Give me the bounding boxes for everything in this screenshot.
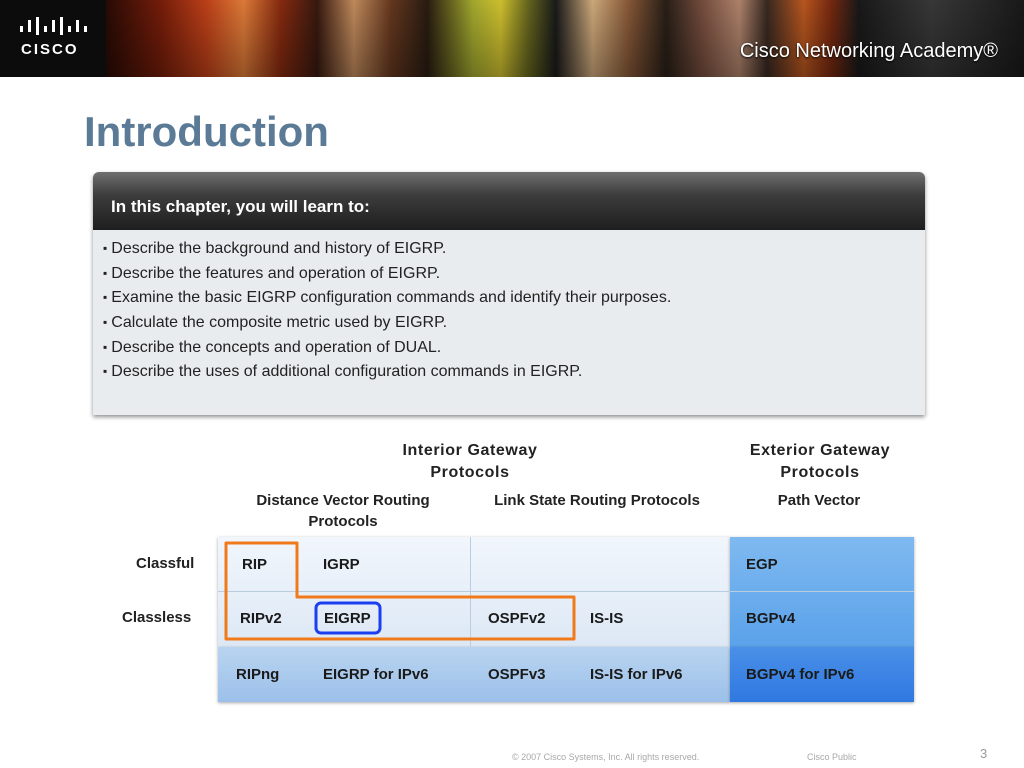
- cell-is-is: IS-IS: [590, 610, 624, 627]
- cell-ripng: RIPng: [236, 666, 280, 683]
- slide-number: 3: [980, 746, 988, 761]
- cell-ripv2: RIPv2: [240, 610, 282, 627]
- cell-is-is-ipv6: IS-IS for IPv6: [590, 666, 683, 683]
- cell-bgpv4-ipv6: BGPv4 for IPv6: [746, 666, 855, 683]
- highlight-outlines: [224, 541, 576, 641]
- cell-rip: RIP: [242, 556, 268, 573]
- cell-bgpv4: BGPv4: [746, 610, 796, 627]
- cell-ospfv2: OSPFv2: [488, 610, 546, 627]
- classification-label: Cisco Public: [807, 752, 857, 762]
- cell-ospfv3: OSPFv3: [488, 666, 546, 683]
- cell-eigrp: EIGRP: [324, 610, 371, 627]
- copyright-text: © 2007 Cisco Systems, Inc. All rights re…: [512, 752, 700, 762]
- cell-eigrp-ipv6: EIGRP for IPv6: [323, 666, 429, 683]
- cell-egp: EGP: [746, 556, 778, 573]
- cell-igrp: IGRP: [323, 556, 360, 573]
